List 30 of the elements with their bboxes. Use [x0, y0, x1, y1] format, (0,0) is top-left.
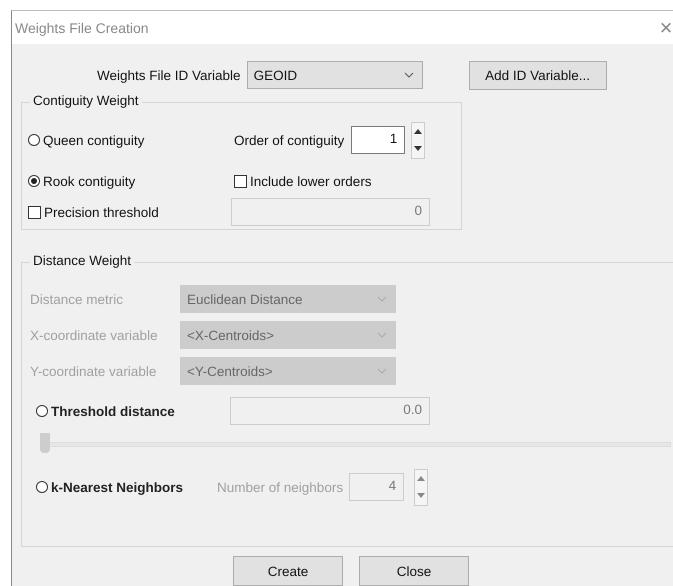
neighbors-label: Number of neighbors — [217, 480, 344, 494]
rook-radio[interactable]: Rook contiguity — [28, 174, 234, 188]
radio-button[interactable] — [36, 405, 48, 417]
include-lower-checkbox[interactable]: Include lower orders — [234, 174, 372, 188]
queen-radio[interactable]: Queen contiguity — [28, 132, 234, 148]
id-variable-label: Weights File ID Variable — [97, 68, 241, 82]
order-label: Order of contiguity — [234, 132, 344, 148]
group-title: Contiguity Weight — [30, 93, 142, 108]
field-label: X-coordinate variable — [30, 328, 159, 342]
id-variable-dropdown[interactable]: GEOID — [246, 61, 423, 89]
radio-button[interactable] — [28, 175, 40, 187]
add-id-variable-button[interactable]: Add ID Variable... — [468, 60, 607, 90]
chevron-icon — [377, 296, 387, 302]
field-label: Distance metric — [30, 292, 124, 306]
order-field[interactable]: 1 — [351, 126, 406, 154]
checkbox[interactable] — [234, 174, 247, 188]
radio-button[interactable] — [28, 134, 40, 146]
chevron-icon — [404, 72, 414, 78]
spin-buttons[interactable] — [411, 122, 426, 158]
window-title: Weights File Creation — [15, 20, 149, 36]
chevron-icon — [377, 332, 387, 338]
group-title: Distance Weight — [30, 253, 134, 268]
chevron-icon — [377, 368, 387, 374]
field-label: Y-coordinate variable — [30, 364, 158, 378]
threshold-field[interactable]: 0.0 — [230, 397, 430, 425]
dialog-button[interactable]: Create — [233, 556, 343, 586]
threshold-radio[interactable]: Threshold distance — [36, 404, 230, 418]
close-button[interactable]: × — [659, 16, 673, 38]
slider-thumb[interactable] — [40, 433, 50, 453]
dialog-button[interactable]: Close — [359, 556, 469, 586]
